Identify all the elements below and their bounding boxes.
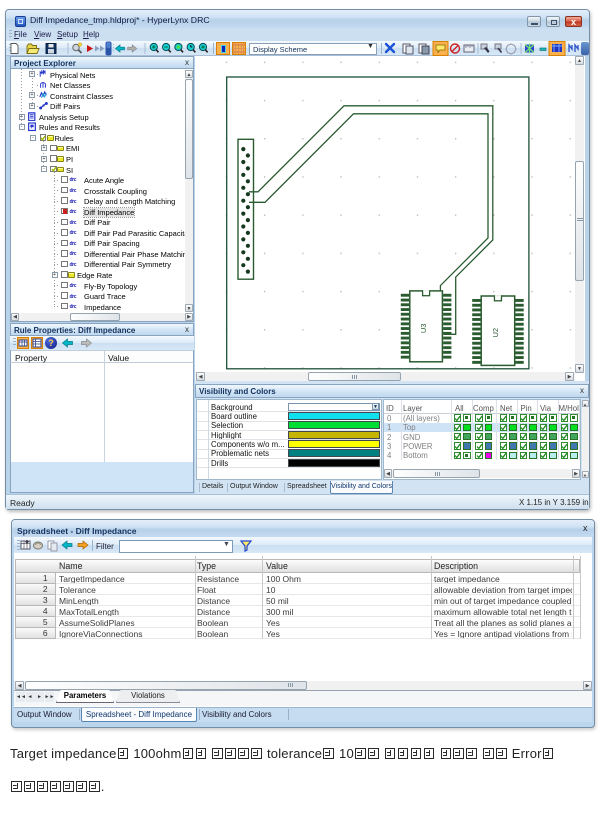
svg-text:U2: U2	[491, 328, 500, 338]
svg-text:U3: U3	[419, 324, 428, 334]
